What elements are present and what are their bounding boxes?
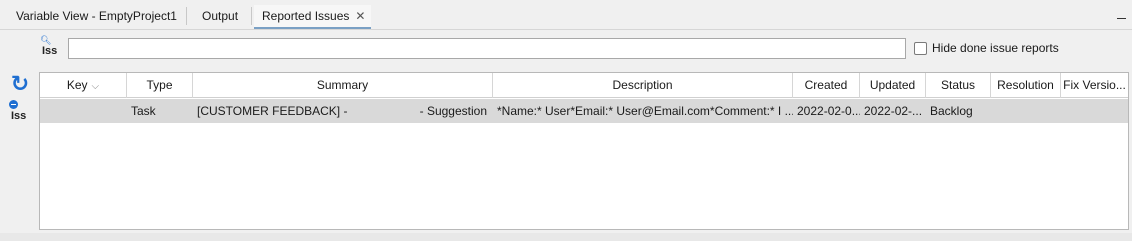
cell-key (40, 99, 127, 123)
close-icon[interactable]: ✕ (355, 9, 365, 23)
column-header-status[interactable]: Status (926, 73, 991, 98)
column-header-resolution[interactable]: Resolution (991, 73, 1061, 98)
refresh-icon[interactable]: ↻ (9, 73, 31, 95)
minimize-icon[interactable] (1117, 18, 1126, 19)
cell-status: Backlog (930, 104, 973, 118)
cell-resolution (991, 99, 1061, 123)
tab-label: Output (202, 9, 239, 23)
summary-suffix: - Suggestion (419, 104, 487, 118)
tab-label: Variable View - EmptyProject1 (16, 9, 177, 23)
remove-icon-label: Iss (11, 110, 27, 122)
tab-output[interactable]: Output (194, 5, 246, 29)
search-input[interactable] (68, 38, 906, 59)
hide-done-label: Hide done issue reports (932, 41, 1059, 55)
cell-type: Task (131, 104, 156, 118)
tab-reported-issues[interactable]: Reported Issues ✕ (254, 5, 372, 29)
chevron-down-icon: ⌵ (91, 81, 100, 92)
search-issues-icon[interactable]: 🔍︎ Iss (40, 36, 62, 60)
cell-summary: [CUSTOMER FEEDBACK] - - Suggestion (193, 99, 493, 123)
summary-prefix: [CUSTOMER FEEDBACK] - (197, 104, 348, 118)
column-header-created[interactable]: Created (793, 73, 860, 98)
column-header-key[interactable]: Key ⌵ (40, 73, 127, 98)
column-header-updated[interactable]: Updated (860, 73, 926, 98)
table-row[interactable]: Task [CUSTOMER FEEDBACK] - - Suggestion … (40, 99, 1128, 123)
column-header-fix-version[interactable]: Fix Versio... (1061, 73, 1128, 98)
column-header-summary[interactable]: Summary (193, 73, 493, 98)
cell-updated: 2022-02-... (864, 104, 923, 118)
tab-divider (186, 7, 187, 25)
tab-variable-view[interactable]: Variable View - EmptyProject1 (8, 5, 185, 29)
remove-issue-icon[interactable]: Iss (9, 100, 33, 126)
tab-label: Reported Issues (262, 9, 350, 23)
search-icon-label: Iss (42, 45, 58, 57)
tab-divider (251, 7, 252, 25)
cell-created: 2022-02-0... (797, 104, 860, 118)
column-header-type[interactable]: Type (127, 73, 193, 98)
cell-fix-version (1061, 99, 1128, 123)
magnifier-icon: 🔍︎ (40, 35, 52, 45)
table-header: Key ⌵ Type Summary Description Created Up… (40, 73, 1128, 98)
tab-strip: Variable View - EmptyProject1 Output Rep… (0, 0, 1132, 30)
hide-done-checkbox[interactable] (914, 41, 927, 55)
hide-done-toggle[interactable]: Hide done issue reports (914, 40, 1059, 56)
cell-description: *Name:* User*Email:* User@Email.com*Comm… (497, 104, 793, 118)
minus-circle-icon (9, 100, 18, 109)
issues-table: Key ⌵ Type Summary Description Created Up… (39, 72, 1129, 230)
bottom-edge (0, 233, 1132, 241)
column-header-description[interactable]: Description (493, 73, 793, 98)
